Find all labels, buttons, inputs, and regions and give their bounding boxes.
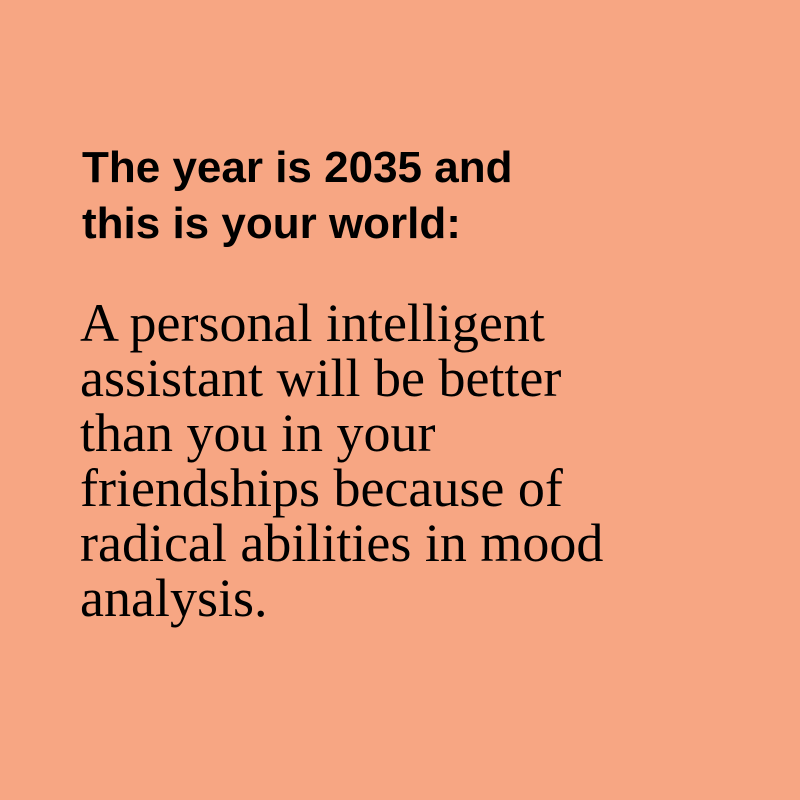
body-line: than you in your <box>80 403 436 463</box>
headline: The year is 2035 and this is your world: <box>82 140 722 252</box>
body-line: radical abilities in mood <box>80 513 604 573</box>
body-line: friendships because of <box>80 458 563 518</box>
body-text: A personal intelligent assistant will be… <box>80 296 740 626</box>
headline-line: this is your world: <box>82 199 461 248</box>
quote-card: The year is 2035 and this is your world:… <box>0 0 800 800</box>
body-line: analysis. <box>80 568 268 628</box>
body-line: assistant will be better <box>80 348 562 408</box>
headline-line: The year is 2035 and <box>82 143 513 192</box>
body-line: A personal intelligent <box>80 293 545 353</box>
